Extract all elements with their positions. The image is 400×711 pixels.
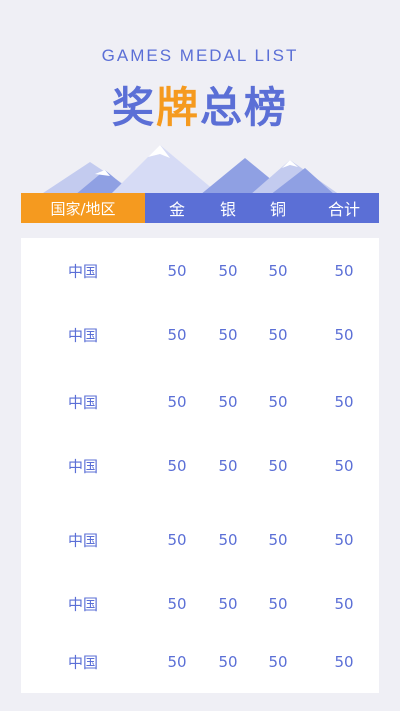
cell-bronze: 50 <box>268 326 288 344</box>
cell-gold: 50 <box>167 393 187 411</box>
header-gold: 金 <box>168 200 186 219</box>
header-total: 合计 <box>327 200 361 219</box>
table-row: 中国 50 50 50 50 <box>21 456 379 476</box>
subtitle: GAMES MEDAL LIST <box>101 46 299 65</box>
cell-country: 中国 <box>67 393 99 412</box>
header-country: 国家/地区 <box>21 193 145 223</box>
cell-gold: 50 <box>167 326 187 344</box>
table-row: 中国 50 50 50 50 <box>21 530 379 550</box>
cell-silver: 50 <box>218 457 238 475</box>
medal-table: 中国 50 50 50 50 中国 50 50 50 50 中国 50 50 5… <box>21 238 379 693</box>
cell-total: 50 <box>334 326 354 344</box>
table-row: 中国 50 50 50 50 <box>21 594 379 614</box>
table-row: 中国 50 50 50 50 <box>21 261 379 281</box>
cell-total: 50 <box>334 595 354 613</box>
cell-bronze: 50 <box>268 531 288 549</box>
cell-gold: 50 <box>167 595 187 613</box>
table-row: 中国 50 50 50 50 <box>21 325 379 345</box>
table-header: 国家/地区 金 银 铜 合计 <box>21 193 379 223</box>
cell-country: 中国 <box>67 653 99 672</box>
cell-gold: 50 <box>167 531 187 549</box>
cell-bronze: 50 <box>268 457 288 475</box>
cell-silver: 50 <box>218 653 238 671</box>
cell-bronze: 50 <box>268 393 288 411</box>
cell-silver: 50 <box>218 262 238 280</box>
cell-gold: 50 <box>167 457 187 475</box>
page-title: 奖牌总榜 <box>0 74 400 135</box>
cell-country: 中国 <box>67 595 99 614</box>
cell-silver: 50 <box>218 595 238 613</box>
title-part-2: 牌 <box>155 83 200 132</box>
cell-country: 中国 <box>67 531 99 550</box>
cell-total: 50 <box>334 653 354 671</box>
cell-silver: 50 <box>218 531 238 549</box>
cell-gold: 50 <box>167 653 187 671</box>
cell-country: 中国 <box>67 262 99 281</box>
title-part-1: 奖 <box>111 83 156 132</box>
cell-country: 中国 <box>67 457 99 476</box>
cell-bronze: 50 <box>268 262 288 280</box>
cell-gold: 50 <box>167 262 187 280</box>
table-row: 中国 50 50 50 50 <box>21 652 379 672</box>
cell-silver: 50 <box>218 393 238 411</box>
title-part-3: 总榜 <box>200 83 289 132</box>
cell-total: 50 <box>334 457 354 475</box>
cell-silver: 50 <box>218 326 238 344</box>
table-row: 中国 50 50 50 50 <box>21 392 379 412</box>
cell-country: 中国 <box>67 326 99 345</box>
cell-bronze: 50 <box>268 595 288 613</box>
header-bronze: 铜 <box>269 200 287 219</box>
header-silver: 银 <box>219 200 237 219</box>
mountains-illustration <box>40 145 340 195</box>
cell-bronze: 50 <box>268 653 288 671</box>
cell-total: 50 <box>334 531 354 549</box>
cell-total: 50 <box>334 262 354 280</box>
header-medals: 金 银 铜 合计 <box>145 193 379 223</box>
cell-total: 50 <box>334 393 354 411</box>
